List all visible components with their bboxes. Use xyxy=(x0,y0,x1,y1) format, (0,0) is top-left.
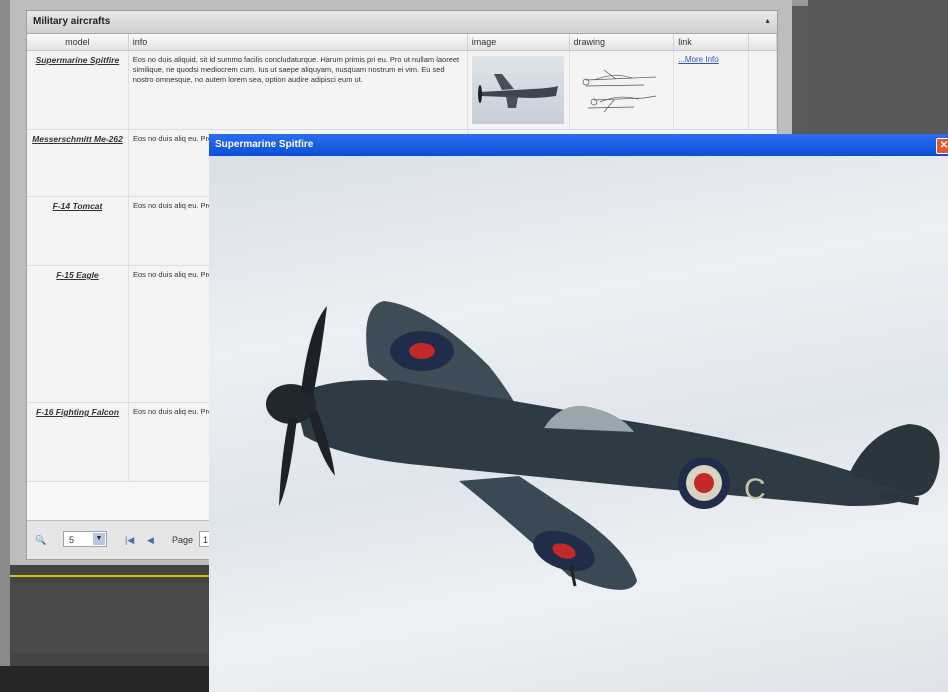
prev-page-icon[interactable]: ◀ xyxy=(147,535,154,546)
code-letter: C xyxy=(744,473,766,506)
table-row[interactable]: Supermarine Spitfire Eos no duis aliquid… xyxy=(27,51,777,130)
spitfire-thumbnail-icon xyxy=(478,74,559,108)
image-popup-window: Supermarine Spitfire ✕ C xyxy=(209,134,948,692)
more-info-link[interactable]: ...More Info xyxy=(678,55,718,64)
image-cell[interactable] xyxy=(468,51,570,129)
column-header-model[interactable]: model xyxy=(27,34,129,50)
model-cell[interactable]: Messerschmitt Me-262 xyxy=(27,130,129,196)
footer-band xyxy=(10,583,210,653)
close-icon[interactable]: ✕ xyxy=(936,138,948,154)
spitfire-photo-icon: C xyxy=(266,301,940,590)
model-cell[interactable]: F-15 Eagle xyxy=(27,266,129,402)
link-cell: ...More Info xyxy=(674,51,750,129)
aircraft-thumbnail[interactable] xyxy=(472,56,565,124)
model-cell[interactable]: F-14 Tomcat xyxy=(27,197,129,265)
footer-bottom xyxy=(0,666,210,692)
model-cell[interactable]: Supermarine Spitfire xyxy=(27,51,129,129)
page-size-select[interactable]: 5 ▼ xyxy=(63,531,107,547)
column-header-spacer xyxy=(749,34,777,50)
aircraft-photo: C xyxy=(209,156,948,692)
first-page-icon[interactable]: |◀ xyxy=(125,535,134,546)
chevron-down-icon[interactable]: ▼ xyxy=(93,533,105,545)
column-header-info[interactable]: info xyxy=(129,34,468,50)
page-label: Page xyxy=(172,535,194,545)
page-size-value: 5 xyxy=(69,535,75,545)
column-header-image[interactable]: image xyxy=(468,34,570,50)
collapse-icon[interactable]: ▲ xyxy=(764,11,771,33)
blueprint-drawing-icon xyxy=(582,69,656,113)
info-cell: Eos no duis aliquid, sit id summo facili… xyxy=(129,51,468,129)
column-header-drawing[interactable]: drawing xyxy=(570,34,675,50)
grid-title-bar: Military aircrafts ▲ xyxy=(27,11,777,34)
popup-title: Supermarine Spitfire xyxy=(215,139,314,150)
model-cell[interactable]: F-16 Fighting Falcon xyxy=(27,403,129,481)
grid-header: model info image drawing link xyxy=(27,34,777,51)
search-icon[interactable]: 🔍 xyxy=(35,535,46,546)
footer-accent-line xyxy=(10,575,210,577)
row-spacer xyxy=(749,51,777,129)
column-header-link[interactable]: link xyxy=(674,34,750,50)
frame-left xyxy=(0,0,10,692)
drawing-cell[interactable] xyxy=(570,51,675,129)
popup-titlebar[interactable]: Supermarine Spitfire ✕ xyxy=(209,134,948,156)
grid-title: Military aircrafts xyxy=(33,16,111,27)
